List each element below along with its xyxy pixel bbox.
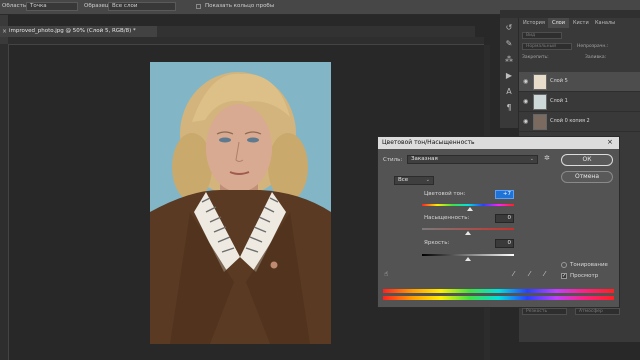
layer-thumbnail bbox=[533, 94, 547, 110]
chevron-down-icon: ⌄ bbox=[529, 156, 534, 162]
sampling-ring-label: Показать кольцо пробы bbox=[205, 3, 275, 9]
document-tab-title: improved_photo.jpg @ 50% (Слой 5, RGB/8)… bbox=[9, 28, 136, 34]
panels-header bbox=[500, 10, 640, 18]
area-select-value: Точка bbox=[30, 3, 47, 9]
style-label: Стиль: bbox=[383, 157, 403, 163]
sample-label: Образец: bbox=[84, 3, 111, 9]
preview-checkbox[interactable]: ✓ bbox=[561, 273, 567, 279]
panel-icon-column: ↺ ✎ ⁂ ▶ A ¶ bbox=[500, 18, 519, 128]
chevron-down-icon: ⌄ bbox=[425, 177, 430, 183]
lightness-label: Яркость: bbox=[424, 240, 450, 246]
tab-layers[interactable]: Слои bbox=[548, 18, 569, 28]
document-tab[interactable]: × improved_photo.jpg @ 50% (Слой 5, RGB/… bbox=[0, 26, 157, 37]
layer-row[interactable]: ◉ Слой 1 bbox=[519, 92, 640, 112]
dialog-title: Цветовой тон/Насыщенность bbox=[382, 139, 475, 146]
adjust-icon[interactable]: ⁂ bbox=[503, 54, 515, 66]
lightness-input[interactable]: 0 bbox=[495, 239, 514, 248]
hue-label: Цветовой тон: bbox=[424, 191, 466, 197]
layer-name: Слой 5 bbox=[550, 78, 568, 84]
colorize-label: Тонирование bbox=[570, 262, 608, 268]
lightness-slider-thumb[interactable] bbox=[465, 257, 471, 261]
sampling-ring-checkbox[interactable] bbox=[196, 4, 201, 9]
bottom-field-sharpness[interactable]: Резкость bbox=[522, 308, 567, 315]
eye-icon[interactable]: ◉ bbox=[523, 118, 528, 125]
photo-image[interactable] bbox=[150, 62, 331, 344]
ruler-horizontal bbox=[8, 37, 484, 45]
tab-history[interactable]: История bbox=[519, 18, 549, 28]
hand-icon[interactable]: ☝ bbox=[384, 270, 388, 278]
dialog-titlebar[interactable]: Цветовой тон/Насыщенность × bbox=[378, 137, 619, 149]
hue-slider-thumb[interactable] bbox=[466, 207, 473, 211]
cancel-button[interactable]: Отмена bbox=[561, 171, 613, 183]
text-tool-icon[interactable]: A bbox=[503, 86, 515, 98]
pipette-plus-icon[interactable]: ⁄ bbox=[529, 270, 530, 278]
history-icon[interactable]: ↺ bbox=[503, 22, 515, 34]
sample-select[interactable]: Все слои bbox=[108, 2, 176, 11]
play-icon[interactable]: ▶ bbox=[503, 70, 515, 82]
tab-channels[interactable]: Каналы bbox=[591, 18, 619, 28]
saturation-input[interactable]: 0 bbox=[495, 214, 514, 223]
close-icon[interactable]: × bbox=[607, 138, 613, 146]
layer-row[interactable]: ◉ Слой 0 копия 2 bbox=[519, 112, 640, 132]
result-spectrum-bar bbox=[383, 296, 614, 300]
hue-slider-track[interactable] bbox=[422, 204, 514, 206]
portrait-illustration bbox=[150, 62, 331, 344]
area-select[interactable]: Точка bbox=[26, 2, 78, 11]
close-icon[interactable]: × bbox=[2, 28, 7, 35]
ruler-vertical bbox=[0, 44, 9, 360]
lock-label: Закрепить: bbox=[522, 55, 549, 60]
tab-brushes[interactable]: Кисти bbox=[569, 18, 593, 28]
preview-label: Просмотр bbox=[570, 273, 599, 279]
source-spectrum-bar bbox=[383, 289, 614, 293]
sample-select-value: Все слои bbox=[112, 3, 138, 9]
hue-input[interactable]: +7 bbox=[495, 190, 514, 199]
opacity-label: Непрозрачн.: bbox=[577, 44, 609, 49]
layer-row[interactable]: ◉ Слой 5 bbox=[519, 72, 640, 92]
layer-kind-filter[interactable]: Вид bbox=[522, 32, 562, 39]
saturation-slider-track[interactable] bbox=[422, 228, 514, 230]
tab-strip bbox=[157, 26, 475, 37]
paragraph-icon[interactable]: ¶ bbox=[503, 102, 515, 114]
ok-button[interactable]: ОК bbox=[561, 154, 613, 166]
pipette-minus-icon[interactable]: ⁄ bbox=[544, 270, 545, 278]
lightness-slider-track[interactable] bbox=[422, 254, 514, 256]
eye-icon[interactable]: ◉ bbox=[523, 78, 528, 85]
layer-name: Слой 0 копия 2 bbox=[550, 118, 590, 124]
pipette-icon[interactable]: ⁄ bbox=[513, 270, 514, 278]
saturation-label: Насыщенность: bbox=[424, 215, 470, 221]
style-select-value: Заказная bbox=[411, 156, 438, 162]
fill-label: Заливка: bbox=[585, 55, 607, 60]
bottom-field-atmosphere[interactable]: Атмосфер bbox=[575, 308, 620, 315]
range-select[interactable]: Все ⌄ bbox=[394, 176, 434, 185]
blend-mode-select[interactable]: Нормальный bbox=[522, 43, 572, 50]
hue-saturation-dialog: Цветовой тон/Насыщенность × Стиль: Заказ… bbox=[377, 136, 620, 308]
colorize-checkbox[interactable] bbox=[561, 262, 567, 268]
saturation-slider-thumb[interactable] bbox=[465, 231, 471, 235]
layer-name: Слой 1 bbox=[550, 98, 568, 104]
brush-icon[interactable]: ✎ bbox=[503, 38, 515, 50]
layer-thumbnail bbox=[533, 74, 547, 90]
gear-icon[interactable]: ✲ bbox=[544, 154, 550, 162]
eye-icon[interactable]: ◉ bbox=[523, 98, 528, 105]
layer-thumbnail bbox=[533, 114, 547, 130]
range-select-value: Все bbox=[398, 177, 409, 183]
area-label: Область: bbox=[2, 3, 28, 9]
style-select[interactable]: Заказная ⌄ bbox=[407, 155, 538, 164]
